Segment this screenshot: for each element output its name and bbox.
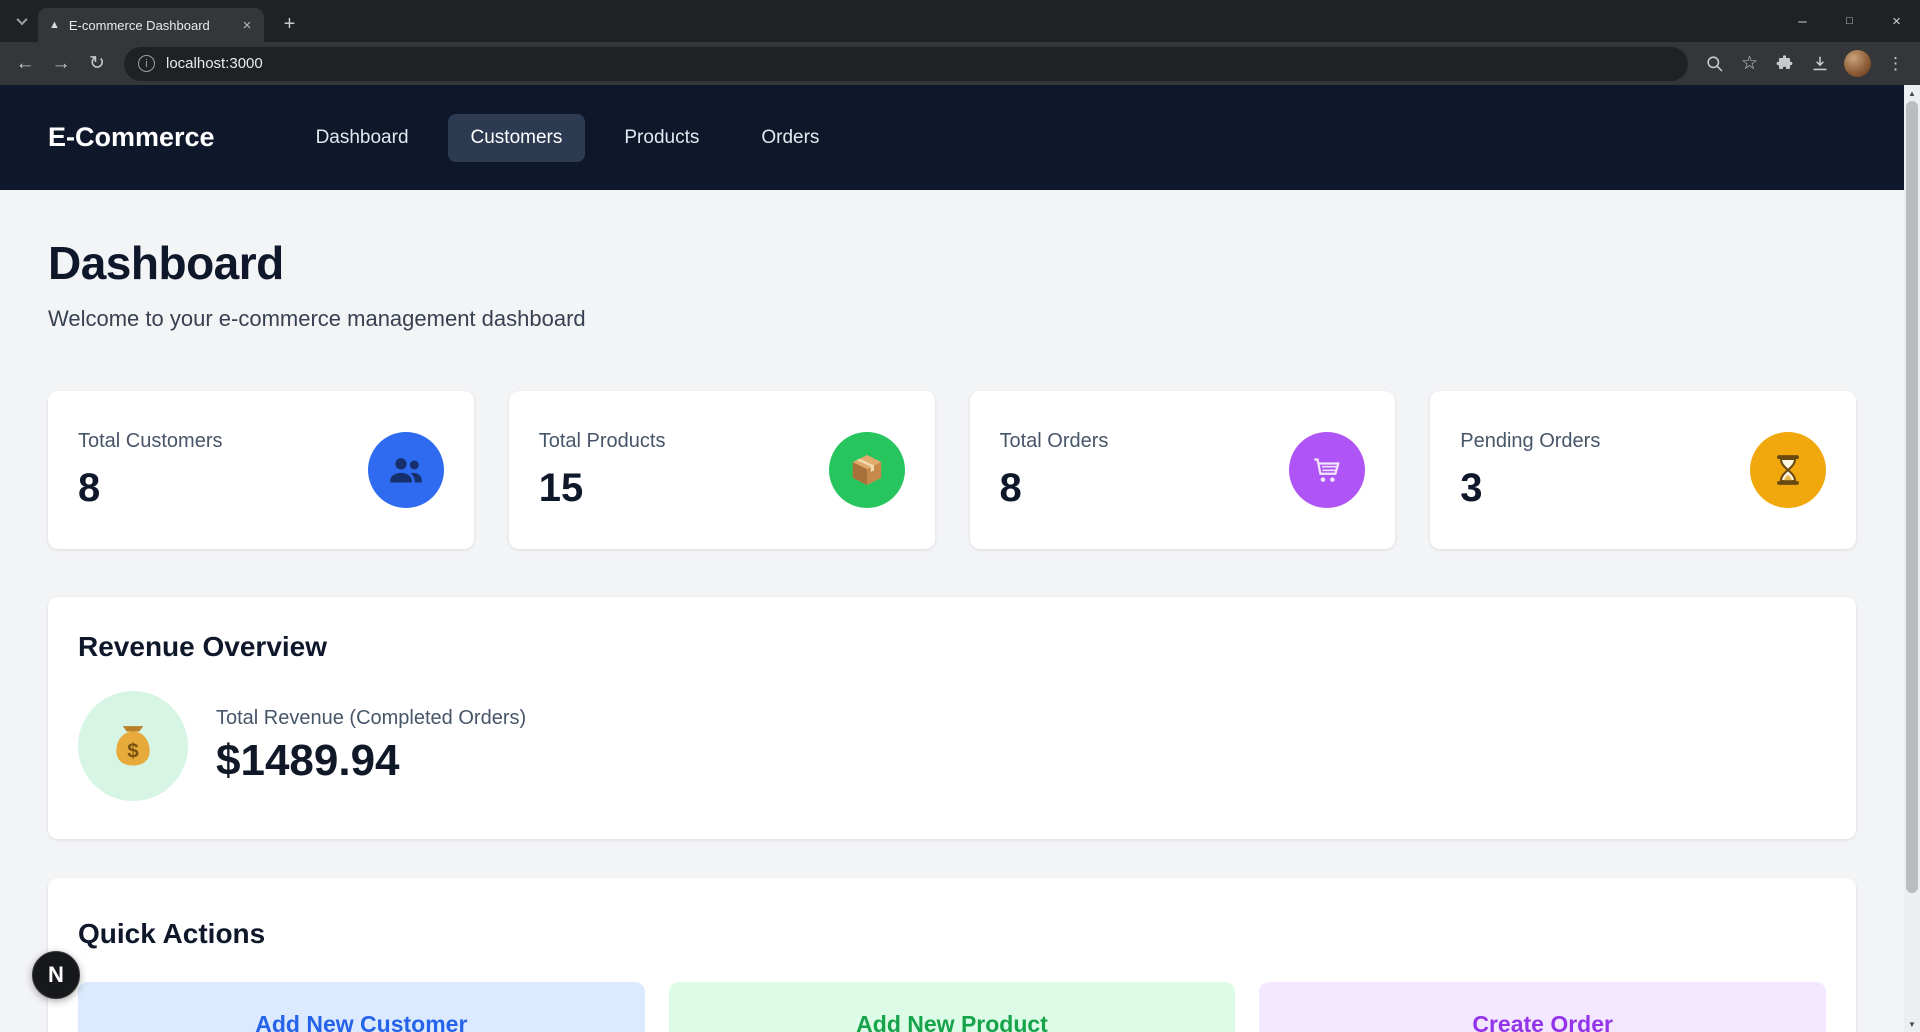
revenue-row: $ Total Revenue (Completed Orders) $1489…	[78, 691, 1826, 801]
revenue-overview-card: Revenue Overview $ Total Revenue (Comple…	[48, 597, 1856, 839]
revenue-label: Total Revenue (Completed Orders)	[216, 707, 526, 730]
vertical-scrollbar: ▲ ▼	[1904, 85, 1920, 1032]
nav-items: Dashboard Customers Products Orders	[293, 114, 843, 162]
cart-icon	[1289, 432, 1365, 508]
stat-label: Total Orders	[1000, 430, 1109, 453]
money-bag-icon: $	[78, 691, 188, 801]
stats-row: Total Customers 8 Total Pro	[48, 391, 1856, 549]
revenue-value: $1489.94	[216, 736, 526, 786]
browser-toolbar: ← → ↻ i localhost:3000 ☆ ⋮	[0, 42, 1920, 85]
tab-favicon-icon: ▲	[49, 20, 60, 31]
quick-actions-heading: Quick Actions	[78, 918, 1826, 950]
browser-tab[interactable]: ▲ E-commerce Dashboard ×	[38, 8, 264, 42]
forward-button[interactable]: →	[44, 47, 78, 81]
nav-item-products[interactable]: Products	[601, 114, 722, 162]
back-button[interactable]: ←	[8, 47, 42, 81]
bookmark-star-icon[interactable]: ☆	[1733, 47, 1766, 80]
stat-value: 3	[1460, 466, 1600, 511]
stat-label: Total Customers	[78, 430, 223, 453]
page-area: E-Commerce Dashboard Customers Products …	[0, 85, 1904, 1032]
add-new-product-button[interactable]: Add New Product	[669, 982, 1236, 1032]
stat-value: 8	[1000, 466, 1109, 511]
stat-card-pending-orders: Pending Orders 3	[1430, 391, 1856, 549]
tab-close-button[interactable]: ×	[238, 16, 256, 34]
hourglass-icon	[1750, 432, 1826, 508]
reload-button[interactable]: ↻	[80, 47, 114, 81]
page-title: Dashboard	[48, 236, 1856, 290]
scroll-up-arrow-icon[interactable]: ▲	[1904, 85, 1920, 101]
revenue-heading: Revenue Overview	[78, 631, 1826, 663]
window-maximize-button[interactable]: □	[1826, 0, 1873, 42]
extensions-puzzle-icon[interactable]	[1768, 47, 1801, 80]
tab-title: E-commerce Dashboard	[69, 18, 229, 33]
scrollbar-thumb[interactable]	[1906, 101, 1918, 893]
stat-label: Total Products	[539, 430, 666, 453]
chevron-down-icon	[16, 14, 27, 25]
stat-value: 15	[539, 466, 666, 511]
nav-item-customers[interactable]: Customers	[448, 114, 586, 162]
browser-menu-icon[interactable]: ⋮	[1879, 47, 1912, 80]
package-icon	[829, 432, 905, 508]
add-new-customer-button[interactable]: Add New Customer	[78, 982, 645, 1032]
nav-item-dashboard[interactable]: Dashboard	[293, 114, 432, 162]
nextjs-dev-badge[interactable]: N	[32, 951, 80, 999]
page-viewport: E-Commerce Dashboard Customers Products …	[0, 85, 1920, 1032]
new-tab-button[interactable]: +	[276, 11, 303, 38]
stat-card-total-customers: Total Customers 8	[48, 391, 474, 549]
window-minimize-button[interactable]: –	[1779, 0, 1826, 42]
quick-actions-card: Quick Actions Add New Customer Add New P…	[48, 878, 1856, 1032]
quick-actions-row: Add New Customer Add New Product Create …	[78, 982, 1826, 1032]
tab-search-button[interactable]	[10, 9, 34, 33]
stat-card-total-products: Total Products 15	[509, 391, 935, 549]
dollar-glyph: $	[127, 740, 139, 763]
address-url: localhost:3000	[166, 55, 263, 72]
page-subtitle: Welcome to your e-commerce management da…	[48, 306, 1856, 332]
users-icon	[368, 432, 444, 508]
nav-item-orders[interactable]: Orders	[738, 114, 842, 162]
main-content: Dashboard Welcome to your e-commerce man…	[0, 236, 1904, 1032]
window-close-button[interactable]: ×	[1873, 0, 1920, 42]
stat-card-total-orders: Total Orders 8	[970, 391, 1396, 549]
window-controls: – □ ×	[1779, 0, 1920, 42]
site-info-icon[interactable]: i	[138, 55, 155, 72]
site-navbar: E-Commerce Dashboard Customers Products …	[0, 85, 1904, 190]
stat-value: 8	[78, 466, 223, 511]
downloads-icon[interactable]	[1803, 47, 1836, 80]
scroll-down-arrow-icon[interactable]: ▼	[1904, 1016, 1920, 1032]
create-order-button[interactable]: Create Order	[1259, 982, 1826, 1032]
address-bar[interactable]: i localhost:3000	[124, 47, 1688, 81]
brand-logo: E-Commerce	[48, 122, 215, 153]
profile-avatar[interactable]	[1844, 50, 1871, 77]
browser-tab-strip: ▲ E-commerce Dashboard × + – □ ×	[0, 0, 1920, 42]
zoom-icon[interactable]	[1698, 47, 1731, 80]
stat-label: Pending Orders	[1460, 430, 1600, 453]
